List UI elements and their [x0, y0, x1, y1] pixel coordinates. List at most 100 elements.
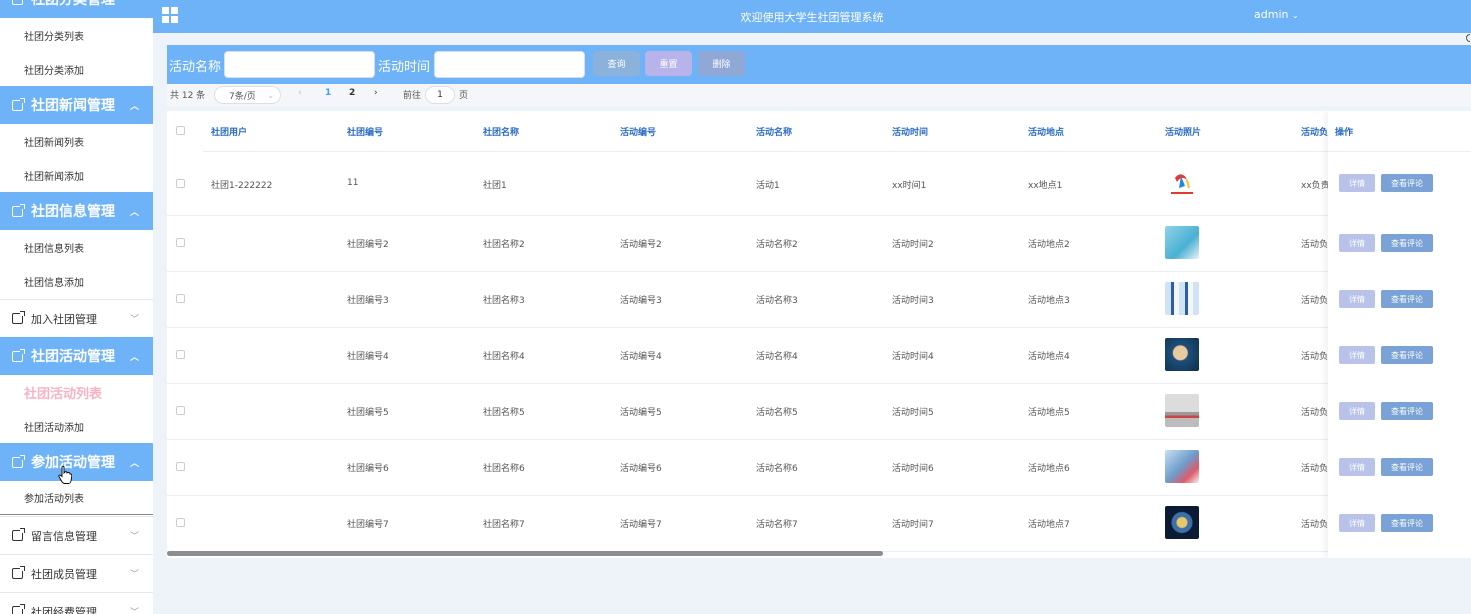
- cell-activity-time: 活动时间3: [892, 296, 934, 306]
- view-comments-button[interactable]: 查看评论: [1381, 346, 1433, 364]
- horizontal-scrollbar[interactable]: [167, 551, 883, 556]
- folder-icon: [12, 604, 25, 614]
- detail-button[interactable]: 详情: [1339, 458, 1375, 476]
- detail-button[interactable]: 详情: [1339, 402, 1375, 420]
- table-row[interactable]: 社团编号6 社团名称6 活动编号6 活动名称6 活动时间6 活动地点6 活动负: [167, 440, 1471, 496]
- cell-activity-person: 活动负: [1301, 352, 1329, 362]
- col-activity-photo: 活动照片: [1165, 128, 1202, 138]
- folder-icon: [12, 528, 25, 541]
- cell-activity-person: 活动负: [1301, 240, 1329, 250]
- activity-photo-thumbnail[interactable]: [1165, 166, 1199, 199]
- next-page-button[interactable]: ›: [374, 88, 378, 98]
- sidebar-item-participation-list[interactable]: 参加活动列表: [0, 481, 153, 515]
- chevron-up-icon: ︿: [129, 352, 139, 363]
- col-activity-time: 活动时间: [892, 128, 929, 138]
- sidebar-item-info-add[interactable]: 社团信息添加: [0, 264, 153, 298]
- sidebar-item-activity-list[interactable]: 社团活动列表: [0, 375, 153, 409]
- detail-button[interactable]: 详情: [1339, 234, 1375, 252]
- table-row[interactable]: 社团编号4 社团名称4 活动编号4 活动名称4 活动时间4 活动地点4 活动负: [167, 328, 1471, 384]
- view-comments-button[interactable]: 查看评论: [1381, 514, 1433, 532]
- sidebar-item-category-list[interactable]: 社团分类列表: [0, 18, 153, 52]
- detail-button[interactable]: 详情: [1339, 290, 1375, 308]
- row-checkbox[interactable]: [176, 462, 185, 471]
- row-checkbox[interactable]: [176, 238, 185, 247]
- activity-name-input[interactable]: [224, 51, 375, 78]
- sidebar-item-info-list[interactable]: 社团信息列表: [0, 230, 153, 264]
- reset-button[interactable]: 重置: [645, 51, 692, 76]
- cell-club-no: 社团编号6: [347, 464, 389, 474]
- sidebar-group-participation[interactable]: 参加活动管理 ︿: [0, 443, 153, 481]
- goto-page-input[interactable]: 1: [425, 86, 455, 104]
- sidebar-item-category-add[interactable]: 社团分类添加: [0, 52, 153, 86]
- user-menu[interactable]: admin ⌄: [1254, 8, 1299, 21]
- activity-photo-thumbnail[interactable]: [1165, 506, 1199, 539]
- chevron-up-icon: ︿: [129, 207, 139, 218]
- sidebar-group-members[interactable]: 社团成员管理 ﹀: [0, 554, 153, 592]
- detail-button[interactable]: 详情: [1339, 514, 1375, 532]
- cell-activity-no: 活动编号4: [620, 352, 662, 362]
- table-row[interactable]: 社团编号7 社团名称7 活动编号7 活动名称7 活动时间7 活动地点7 活动负: [167, 496, 1471, 552]
- sidebar-item-news-add[interactable]: 社团新闻添加: [0, 158, 153, 192]
- sidebar-group-activity[interactable]: 社团活动管理 ︿: [0, 337, 153, 375]
- cell-activity-place: 活动地点6: [1028, 464, 1070, 474]
- view-comments-button[interactable]: 查看评论: [1381, 174, 1433, 192]
- cell-activity-time: 活动时间2: [892, 240, 934, 250]
- sidebar-group-label: 留言信息管理: [31, 529, 97, 543]
- table-row[interactable]: 社团编号5 社团名称5 活动编号5 活动名称5 活动时间5 活动地点5 活动负: [167, 384, 1471, 440]
- activity-photo-thumbnail[interactable]: [1165, 338, 1199, 371]
- query-button[interactable]: 查询: [593, 51, 640, 76]
- row-checkbox[interactable]: [176, 294, 185, 303]
- cell-activity-name: 活动1: [756, 181, 780, 191]
- cell-activity-name: 活动名称6: [756, 464, 798, 474]
- cell-club-name: 社团名称5: [483, 408, 525, 418]
- row-checkbox[interactable]: [176, 406, 185, 415]
- cell-club-no: 社团编号7: [347, 520, 389, 530]
- table-row[interactable]: 社团编号3 社团名称3 活动编号3 活动名称3 活动时间3 活动地点3 活动负: [167, 272, 1471, 328]
- activity-photo-thumbnail[interactable]: [1165, 226, 1199, 259]
- sidebar-item-activity-add[interactable]: 社团活动添加: [0, 409, 153, 443]
- col-club-no: 社团编号: [347, 128, 384, 138]
- select-all-checkbox[interactable]: [176, 126, 185, 135]
- cell-activity-no: 活动编号2: [620, 240, 662, 250]
- view-comments-button[interactable]: 查看评论: [1381, 290, 1433, 308]
- page-size-select[interactable]: 7条/页 ⌄: [214, 86, 281, 104]
- search-bar: 活动名称 活动时间 查询 重置 删除: [167, 45, 1471, 84]
- sidebar-group-join[interactable]: 加入社团管理 ﹀: [0, 299, 153, 337]
- sidebar-item-label: 社团信息列表: [24, 243, 84, 255]
- table-row[interactable]: 社团1-222222 11 社团1 活动1 xx时间1 xx地点1 xx负责: [167, 152, 1471, 216]
- chevron-down-icon: ﹀: [129, 315, 139, 325]
- detail-button[interactable]: 详情: [1339, 346, 1375, 364]
- sidebar-item-label: 社团活动列表: [24, 386, 103, 402]
- chevron-down-icon: ﹀: [129, 570, 139, 580]
- cell-activity-person: 活动负: [1301, 296, 1329, 306]
- sidebar-group-club-category[interactable]: 社团分类管理: [0, 0, 153, 18]
- row-checkbox[interactable]: [176, 350, 185, 359]
- view-comments-button[interactable]: 查看评论: [1381, 234, 1433, 252]
- sidebar: 社团分类管理 社团分类列表 社团分类添加 社团新闻管理 ︿ 社团新闻列表 社团新…: [0, 0, 153, 614]
- activity-time-input[interactable]: [434, 51, 585, 78]
- sidebar-group-label: 社团新闻管理: [31, 98, 115, 114]
- page-1[interactable]: 1: [325, 88, 331, 98]
- detail-button[interactable]: 详情: [1339, 174, 1375, 192]
- activity-photo-thumbnail[interactable]: [1165, 450, 1199, 483]
- view-comments-button[interactable]: 查看评论: [1381, 458, 1433, 476]
- sidebar-group-messages[interactable]: 留言信息管理 ﹀: [0, 516, 153, 554]
- table-row[interactable]: 社团编号2 社团名称2 活动编号2 活动名称2 活动时间2 活动地点2 活动负: [167, 216, 1471, 272]
- cell-activity-no: 活动编号7: [620, 520, 662, 530]
- activity-photo-thumbnail[interactable]: [1165, 282, 1199, 315]
- prev-page-button[interactable]: ‹: [298, 88, 302, 98]
- sidebar-group-info[interactable]: 社团信息管理 ︿: [0, 192, 153, 230]
- sidebar-item-news-list[interactable]: 社团新闻列表: [0, 124, 153, 158]
- activity-photo-thumbnail[interactable]: [1165, 394, 1199, 427]
- page-2[interactable]: 2: [349, 88, 355, 98]
- view-comments-button[interactable]: 查看评论: [1381, 402, 1433, 420]
- delete-button[interactable]: 删除: [698, 51, 745, 76]
- row-checkbox[interactable]: [176, 518, 185, 527]
- sidebar-group-label: 社团信息管理: [31, 204, 115, 220]
- cell-activity-person: 活动负: [1301, 464, 1329, 474]
- cell-club-no: 社团编号5: [347, 408, 389, 418]
- sidebar-group-funds[interactable]: 社团经费管理 ﹀: [0, 592, 153, 614]
- username: admin: [1254, 8, 1289, 21]
- sidebar-group-news[interactable]: 社团新闻管理 ︿: [0, 86, 153, 124]
- row-checkbox[interactable]: [176, 179, 185, 188]
